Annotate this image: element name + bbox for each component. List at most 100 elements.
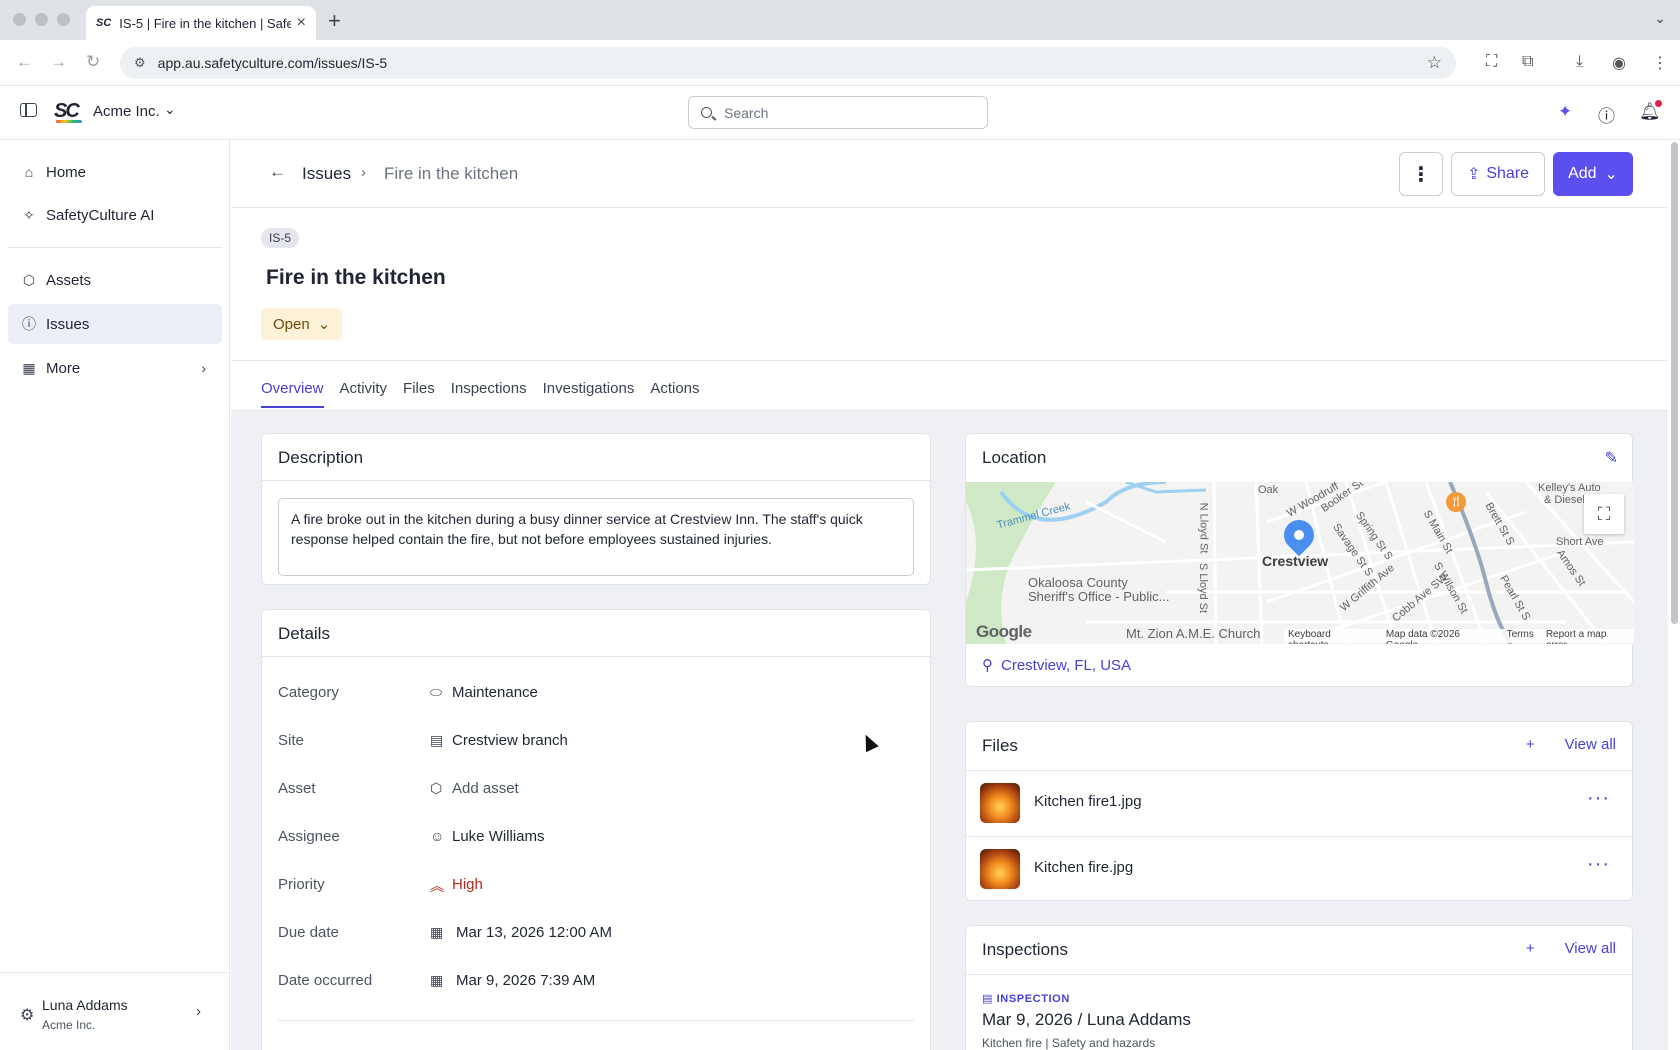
share-button[interactable]: ⇪ Share: [1451, 152, 1545, 196]
search-icon: [701, 107, 712, 118]
inspection-title[interactable]: Mar 9, 2026 / Luna Addams: [982, 1010, 1191, 1030]
restaurant-marker-icon[interactable]: 🍴︎: [1446, 492, 1466, 512]
tab-activity[interactable]: Activity: [340, 380, 388, 408]
ai-sparkle-icon[interactable]: ✦: [1558, 102, 1572, 122]
page-title: Fire in the kitchen: [266, 266, 446, 289]
browser-reload-icon[interactable]: ↻: [86, 52, 100, 72]
detail-label: Due date: [278, 924, 339, 941]
new-tab-icon[interactable]: +: [328, 8, 341, 34]
edit-pencil-icon[interactable]: ✎: [1605, 448, 1618, 468]
help-icon[interactable]: ⓘ: [1598, 102, 1615, 127]
sidebar-item-more[interactable]: ▦ More ›: [8, 348, 222, 388]
breadcrumb-current: Fire in the kitchen: [384, 164, 519, 183]
add-inspection-icon[interactable]: +: [1526, 940, 1535, 957]
more-options-button[interactable]: ⋮: [1399, 152, 1443, 196]
bookmark-star-icon[interactable]: ☆: [1427, 53, 1442, 73]
sidebar-toggle-icon[interactable]: [20, 103, 37, 117]
status-dropdown[interactable]: Open ⌄: [261, 308, 343, 340]
profile-icon[interactable]: ◉: [1612, 53, 1626, 73]
detail-label: Category: [278, 684, 339, 701]
file-more-icon[interactable]: ···: [1587, 853, 1610, 876]
file-more-icon[interactable]: ···: [1587, 787, 1610, 810]
browser-tab-bar: SC IS-5 | Fire in the kitchen | Safe × +…: [0, 0, 1680, 40]
location-map[interactable]: Trammel Creek Oak W Woodruff Booker St S…: [966, 482, 1634, 644]
tab-overview[interactable]: Overview: [261, 380, 324, 408]
detail-row-date-occurred[interactable]: Date occurred ▦ Mar 9, 2026 7:39 AM: [278, 972, 898, 994]
issue-id-badge: IS-5: [261, 228, 300, 248]
fullscreen-icon[interactable]: ⛶: [1584, 494, 1624, 534]
share-label: Share: [1486, 165, 1530, 182]
window-close-dot[interactable]: [13, 13, 26, 26]
location-pin-icon: ⚲: [982, 657, 993, 674]
search-input[interactable]: [724, 104, 964, 121]
home-icon: ⌂: [24, 164, 34, 180]
detail-row-assignee[interactable]: Assignee ☺ Luke Williams: [278, 828, 898, 850]
detail-row-site[interactable]: Site ▤ Crestview branch: [278, 732, 898, 754]
safetyculture-logo[interactable]: SC: [54, 100, 84, 124]
browser-menu-icon[interactable]: ⋮: [1652, 53, 1668, 73]
inspection-tag: ▤ INSPECTION: [982, 993, 1070, 1005]
description-field[interactable]: A fire broke out in the kitchen during a…: [278, 498, 914, 576]
extensions-icon[interactable]: ⧉: [1522, 53, 1533, 71]
sidebar-item-label: More: [46, 359, 81, 377]
tab-close-icon[interactable]: ×: [297, 14, 306, 32]
keyboard-shortcuts-link[interactable]: Keyboard shortcuts: [1288, 629, 1374, 644]
sidebar-item-safetyculture-ai[interactable]: ✧ SafetyCulture AI: [8, 195, 222, 235]
scrollbar-thumb[interactable]: [1671, 142, 1678, 624]
detail-row-priority[interactable]: Priority ︽ High: [278, 876, 898, 898]
file-row[interactable]: Kitchen fire1.jpg ···: [966, 771, 1634, 835]
detail-value: High: [452, 876, 483, 893]
detail-row-category[interactable]: Category ⬭ Maintenance: [278, 684, 898, 706]
location-address[interactable]: ⚲ Crestview, FL, USA: [982, 656, 1131, 675]
back-arrow-icon[interactable]: ←: [269, 162, 286, 182]
org-chevron-down-icon[interactable]: ⌄: [164, 101, 176, 118]
report-map-error-link[interactable]: Report a map error: [1546, 629, 1630, 644]
issue-icon: ⓘ: [22, 316, 36, 332]
add-file-icon[interactable]: +: [1526, 736, 1535, 753]
details-card: Details Category ⬭ Maintenance Site ▤ Cr…: [261, 609, 931, 1050]
org-name[interactable]: Acme Inc.: [93, 103, 160, 120]
detail-value: Crestview branch: [452, 732, 568, 749]
status-label: Open: [273, 315, 310, 333]
sidebar-item-label: Home: [46, 163, 87, 181]
tab-investigations[interactable]: Investigations: [543, 380, 635, 408]
inspections-heading: Inspections: [982, 940, 1068, 959]
sidebar: ⌂ Home ✧ SafetyCulture AI ⬡ Assets ⓘ Iss…: [0, 140, 230, 1050]
breadcrumb: ← Issues › Fire in the kitchen ⋮ ⇪ Share…: [231, 140, 1668, 208]
sidebar-item-issues[interactable]: ⓘ Issues: [8, 304, 222, 344]
detail-row-asset[interactable]: Asset ⬡ Add asset: [278, 780, 898, 802]
overview-content: Description A fire broke out in the kitc…: [231, 410, 1668, 1050]
window-maximize-dot[interactable]: [57, 13, 70, 26]
browser-forward-icon[interactable]: →: [50, 52, 67, 72]
breadcrumb-issues[interactable]: Issues: [302, 164, 351, 184]
tab-actions[interactable]: Actions: [650, 380, 699, 408]
inspections-view-all-link[interactable]: View all: [1565, 940, 1616, 957]
detail-value: Luke Williams: [452, 828, 545, 845]
user-menu[interactable]: ⚙ Luna Addams Acme Inc. ›: [0, 972, 229, 1050]
add-button[interactable]: Add ⌄: [1553, 152, 1633, 196]
tab-inspections[interactable]: Inspections: [451, 380, 527, 408]
tab-list-chevron-icon[interactable]: ⌄: [1654, 10, 1666, 27]
screenshot-icon[interactable]: ⛶: [1486, 53, 1497, 71]
tab-files[interactable]: Files: [403, 380, 435, 408]
window-minimize-dot[interactable]: [35, 13, 48, 26]
files-view-all-link[interactable]: View all: [1565, 736, 1616, 753]
calendar-icon: ▦: [430, 924, 444, 940]
browser-back-icon[interactable]: ←: [16, 52, 33, 72]
google-logo: Google: [976, 622, 1032, 641]
browser-tab[interactable]: SC IS-5 | Fire in the kitchen | Safe ×: [86, 6, 316, 40]
sidebar-item-home[interactable]: ⌂ Home: [8, 152, 222, 192]
file-row[interactable]: Kitchen fire.jpg ···: [966, 837, 1634, 901]
priority-high-icon: ︽: [430, 878, 444, 894]
site-settings-icon[interactable]: ⚙: [134, 55, 146, 71]
card-divider: [966, 974, 1632, 975]
search-box[interactable]: [688, 96, 988, 129]
downloads-icon[interactable]: ⤓: [1576, 53, 1583, 71]
terms-link[interactable]: Terms: [1507, 629, 1534, 643]
detail-row-due-date[interactable]: Due date ▦ Mar 13, 2026 12:00 AM: [278, 924, 898, 946]
gear-icon: ⚙: [20, 1007, 35, 1024]
map-city-label: Crestview: [1262, 553, 1329, 569]
url-bar[interactable]: ⚙ app.au.safetyculture.com/issues/IS-5 ☆: [120, 47, 1456, 79]
sidebar-item-assets[interactable]: ⬡ Assets: [8, 260, 222, 300]
tab-favicon: SC: [96, 17, 112, 29]
